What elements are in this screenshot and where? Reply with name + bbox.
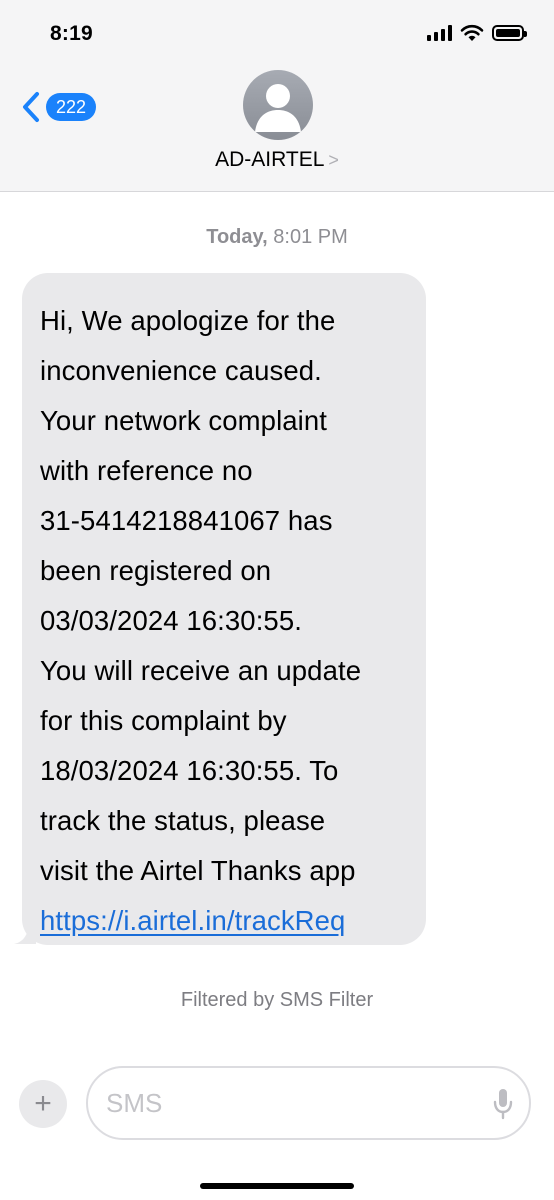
wifi-icon <box>460 24 484 41</box>
message-line: been registered on <box>40 555 272 586</box>
home-indicator[interactable] <box>200 1183 354 1189</box>
message-line: Your network complaint <box>40 405 328 436</box>
chevron-left-icon <box>23 92 39 122</box>
message-line: visit the Airtel Thanks app <box>40 855 356 886</box>
message-timestamp: Today, 8:01 PM <box>0 226 554 249</box>
back-button[interactable]: 222 <box>20 91 97 123</box>
microphone-icon[interactable] <box>493 1088 513 1120</box>
unread-count-badge: 222 <box>46 93 97 121</box>
person-silhouette-icon <box>255 84 301 132</box>
contact-name: AD-AIRTEL <box>215 148 325 171</box>
message-line: inconvenience caused. <box>40 355 322 386</box>
battery-icon <box>492 25 527 41</box>
chevron-right-icon: > <box>328 150 339 170</box>
contact-name-row[interactable]: AD-AIRTEL > <box>0 148 554 172</box>
message-line: You will receive an update <box>40 655 362 686</box>
message-line: for this complaint by <box>40 705 287 736</box>
message-composer <box>86 1066 531 1140</box>
message-bubble[interactable]: Hi, We apologize for the inconvenience c… <box>22 273 426 945</box>
add-attachment-button[interactable]: + <box>19 1080 67 1128</box>
plus-icon: + <box>34 1087 52 1120</box>
contact-avatar[interactable] <box>243 70 313 140</box>
message-line: 18/03/2024 16:30:55. To <box>40 755 339 786</box>
filter-note: Filtered by SMS Filter <box>180 989 374 1011</box>
status-time: 8:19 <box>50 22 93 45</box>
message-line: with reference no <box>40 455 253 486</box>
message-line: 03/03/2024 16:30:55. <box>40 605 302 636</box>
timestamp-day: Today, <box>206 226 268 248</box>
conversation-header: 8:19 222 AD-AIRTEL > <box>0 0 554 192</box>
status-icons <box>427 24 527 42</box>
message-link[interactable]: https://i.airtel.in/trackReq <box>40 905 345 936</box>
message-line: Hi, We apologize for the <box>40 305 336 336</box>
timestamp-time: 8:01 PM <box>273 226 348 248</box>
sms-input[interactable] <box>88 1068 458 1138</box>
cellular-signal-icon <box>427 25 452 41</box>
message-line: 31-5414218841067 has <box>40 505 333 536</box>
message-line: track the status, please <box>40 805 326 836</box>
